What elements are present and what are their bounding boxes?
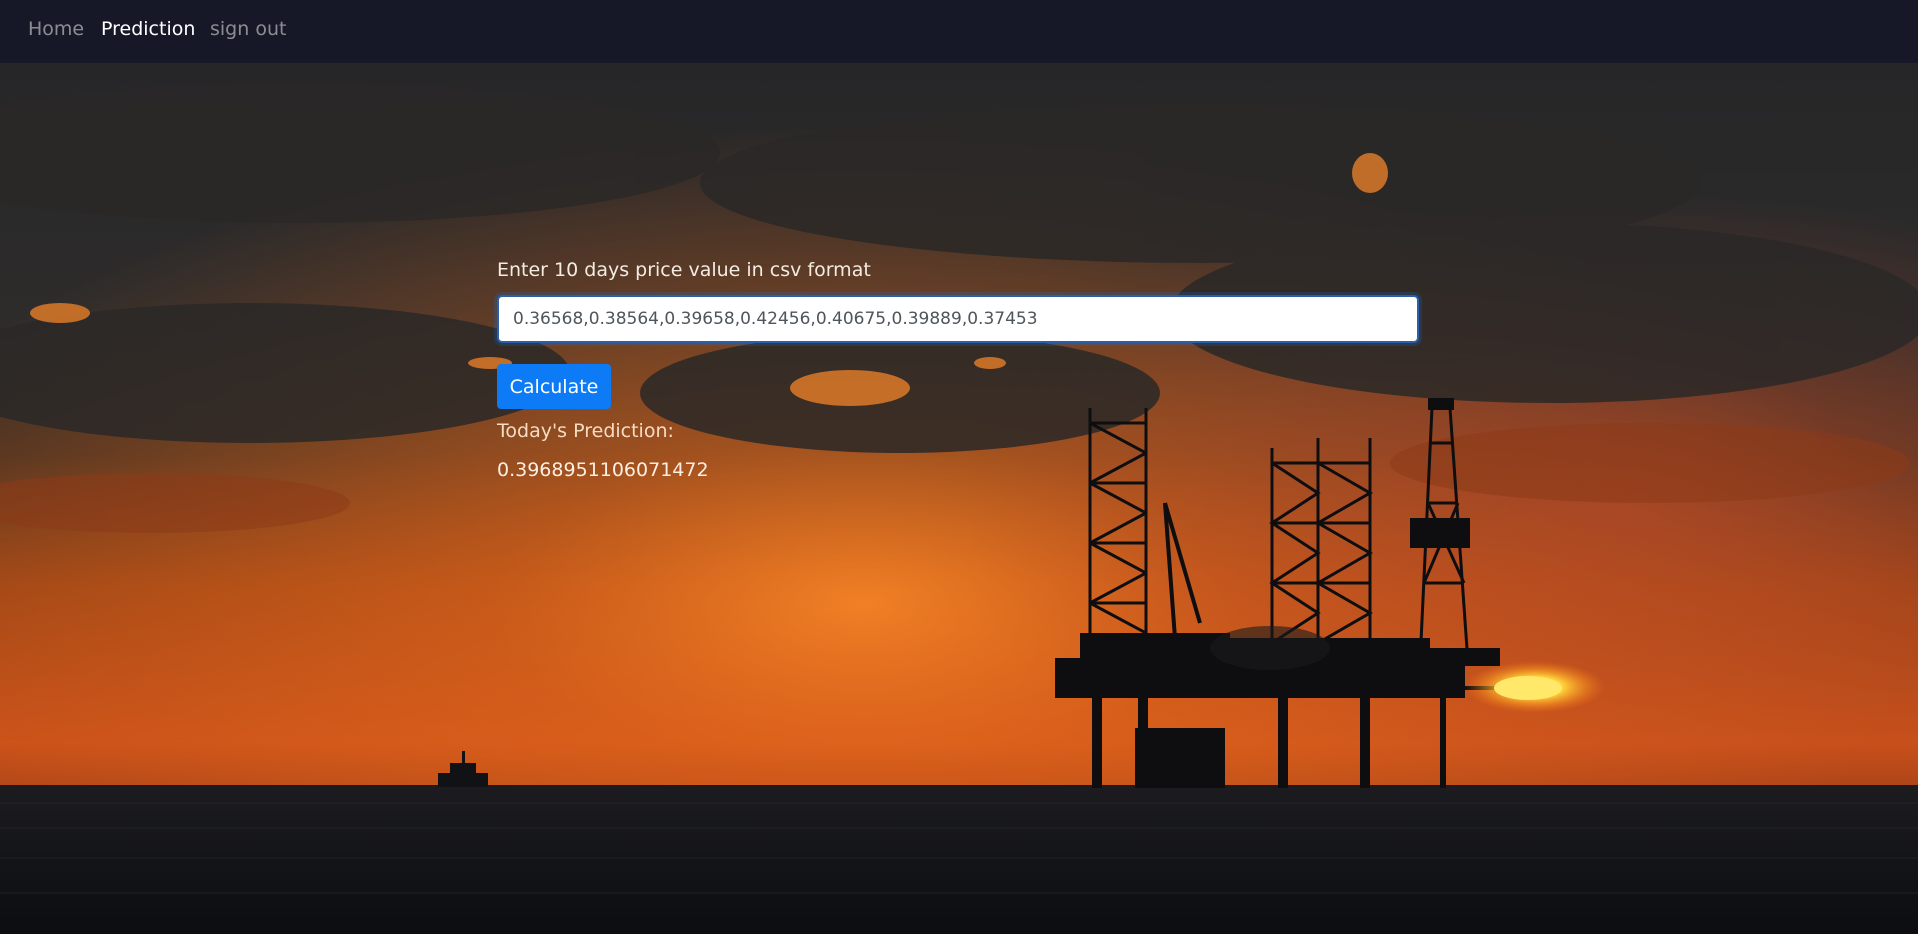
csv-price-input[interactable] — [497, 295, 1419, 343]
background-image — [0, 63, 1918, 934]
prediction-label: Today's Prediction: — [497, 420, 674, 442]
navbar: Home Prediction sign out — [0, 0, 1918, 63]
prediction-value: 0.3968951106071472 — [497, 459, 709, 481]
csv-input-label: Enter 10 days price value in csv format — [497, 259, 871, 281]
nav-signout-link[interactable]: sign out — [210, 17, 286, 41]
calculate-button[interactable]: Calculate — [497, 364, 611, 409]
nav-prediction-link[interactable]: Prediction — [101, 17, 195, 41]
nav-home-link[interactable]: Home — [28, 17, 84, 41]
